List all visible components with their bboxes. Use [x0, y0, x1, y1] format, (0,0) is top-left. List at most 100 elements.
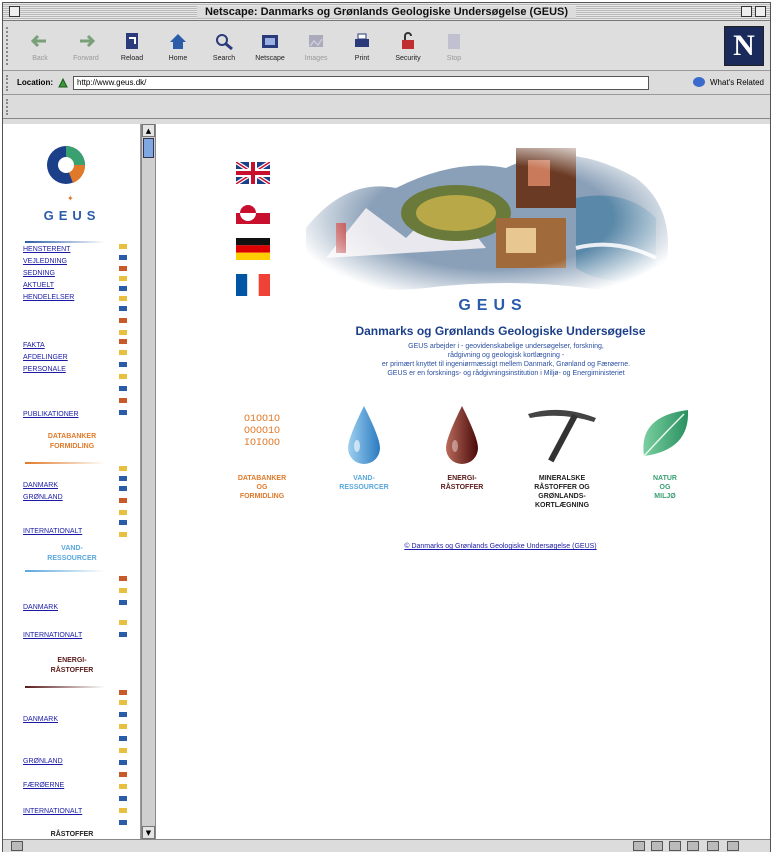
status-bar — [3, 839, 770, 852]
nav-bullet-icon — [119, 286, 127, 291]
reload-button[interactable]: Reload — [109, 30, 155, 62]
scroll-down-arrow-icon[interactable]: ▼ — [142, 826, 155, 839]
security-status-icon[interactable] — [11, 841, 23, 851]
nav-link-publikationer[interactable]: PUBLIKATIONER — [23, 411, 79, 418]
nav-bullet-icon — [119, 532, 127, 537]
nav-link-personale[interactable]: PERSONALE — [23, 366, 66, 373]
toolbar-button-label: Security — [395, 54, 421, 62]
nav-bullet-icon — [119, 398, 127, 403]
nav-bullet-icon — [119, 796, 127, 801]
personal-toolbar-grip[interactable] — [6, 99, 12, 115]
nav-heading-databanker[interactable]: DATABANKER FORMIDLING — [3, 432, 140, 452]
nav-link-internationalt[interactable]: INTERNATIONALT — [23, 528, 82, 535]
nav-bullet-icon — [119, 306, 127, 311]
nav-bullet-icon — [119, 700, 127, 705]
security-button[interactable]: Security — [385, 30, 431, 62]
scroll-up-arrow-icon[interactable]: ▲ — [142, 124, 155, 137]
energiraastoffer-category-label[interactable]: ENERGI- RÅSTOFFER — [412, 474, 512, 492]
nav-link-danmark[interactable]: DANMARK — [23, 604, 58, 611]
oil-drop-icon[interactable] — [442, 404, 482, 466]
window-title: Netscape: Danmarks og Grønlands Geologis… — [196, 5, 577, 18]
location-grip[interactable] — [6, 75, 12, 91]
location-input[interactable] — [73, 75, 649, 90]
crown-icon: ✦ — [67, 194, 74, 203]
component-bar-navigator-icon[interactable] — [633, 841, 645, 851]
copyright-link[interactable]: © Danmarks og Grønlands Geologiske Under… — [156, 543, 770, 550]
nav-link-hensterent[interactable]: HENSTERENT — [23, 246, 70, 253]
nav-bullet-icon — [119, 576, 127, 581]
nav-link-danmark[interactable]: DANMARK — [23, 716, 58, 723]
water-drop-icon[interactable] — [344, 404, 384, 466]
toolbar-button-label: Back — [32, 54, 48, 62]
title-bar[interactable]: Netscape: Danmarks og Grønlands Geologis… — [3, 3, 770, 21]
toolbar-button-label: Reload — [120, 54, 144, 62]
images-button[interactable]: Images — [293, 30, 339, 62]
print-button[interactable]: Print — [339, 30, 385, 62]
greenland-flag-icon[interactable] — [236, 202, 270, 224]
nav-link-fakta[interactable]: FAKTA — [23, 342, 45, 349]
nav-link-aktuelt[interactable]: AKTUELT — [23, 282, 54, 289]
uk-flag-icon[interactable] — [236, 162, 270, 184]
france-flag-icon[interactable] — [236, 274, 270, 296]
leaf-icon[interactable] — [638, 406, 692, 462]
nav-link-hendelelser[interactable]: HENDELELSER — [23, 294, 74, 301]
nav-link-internationalt[interactable]: INTERNATIONALT — [23, 808, 82, 815]
nav-divider — [25, 686, 105, 688]
vertical-scrollbar[interactable]: ▲ ▼ — [141, 124, 156, 839]
component-bar-news-icon[interactable] — [669, 841, 681, 851]
whats-related-label: What's Related — [710, 77, 764, 87]
toolbar-button-label: Images — [304, 54, 328, 62]
vandressourcer-category-label[interactable]: VAND- RESSOURCER — [314, 474, 414, 492]
geology-photo-collage — [306, 138, 676, 296]
page-content: ✦ GEUS HENSTERENT VEJLEDNING SEDNING AKTUEL… — [3, 124, 770, 839]
natur-miljoe-category-label[interactable]: NATUR OG MILJØ — [615, 474, 715, 501]
back-button[interactable]: Back — [17, 30, 63, 62]
toolbar-grip[interactable] — [6, 27, 12, 65]
toolbar-button-label: Forward — [73, 54, 99, 62]
personal-toolbar — [3, 95, 770, 119]
netscape-logo[interactable]: N — [724, 26, 764, 66]
nav-bullet-icon — [119, 386, 127, 391]
nav-bullet-icon — [119, 276, 127, 281]
mineralske-category-label[interactable]: MINERALSKE RÅSTOFFER OG GRØNLANDS- KORTLÆGN… — [512, 474, 612, 510]
nav-link-sedning[interactable]: SEDNING — [23, 270, 55, 277]
nav-bullet-icon — [119, 318, 127, 323]
netscape-button[interactable]: Netscape — [247, 30, 293, 62]
nav-heading-vandressourcer[interactable]: VAND- RESSOURCER — [3, 544, 140, 564]
nav-link-grønland[interactable]: GRØNLAND — [23, 494, 63, 501]
component-bar-mail-icon[interactable] — [651, 841, 663, 851]
toolbar-button-label: Search — [212, 54, 236, 62]
zoom-box-icon[interactable] — [741, 6, 752, 17]
scroll-thumb[interactable] — [143, 138, 154, 158]
nav-link-vejledning[interactable]: VEJLEDNING — [23, 258, 67, 265]
organization-name: Danmarks og Grønlands Geologiske Undersø… — [355, 324, 646, 338]
nav-bullet-icon — [119, 466, 127, 471]
nav-bullet-icon — [119, 339, 127, 344]
home-button[interactable]: Home — [155, 30, 201, 62]
geus-logo-icon[interactable] — [45, 144, 87, 186]
images-icon — [304, 30, 328, 52]
nav-heading-raastoffer[interactable]: RÅSTOFFER — [3, 830, 140, 839]
collapse-box-icon[interactable] — [755, 6, 766, 17]
nav-link-afdelinger[interactable]: AFDELINGER — [23, 354, 68, 361]
bookmark-icon[interactable] — [57, 77, 69, 89]
nav-link-internationalt[interactable]: INTERNATIONALT — [23, 632, 82, 639]
search-button[interactable]: Search — [201, 30, 247, 62]
databanker-category-label[interactable]: DATABANKER OG FORMIDLING — [212, 474, 312, 501]
databanker-category-button[interactable]: O1OO1O OOOO1O IOIOOO — [212, 414, 312, 450]
online-status-icon[interactable] — [727, 841, 739, 851]
pickaxe-icon[interactable] — [524, 404, 600, 466]
forward-button[interactable]: Forward — [63, 30, 109, 62]
nav-bullet-icon — [119, 724, 127, 729]
nav-heading-energiraastoffer[interactable]: ENERGI- RÅSTOFFER — [3, 656, 140, 676]
nav-link-færøerne[interactable]: FÆRØERNE — [23, 782, 64, 789]
close-box-icon[interactable] — [9, 6, 20, 17]
nav-link-grønland[interactable]: GRØNLAND — [23, 758, 63, 765]
stop-button[interactable]: Stop — [431, 30, 477, 62]
component-bar-address-icon[interactable] — [707, 841, 719, 851]
component-bar-composer-icon[interactable] — [687, 841, 699, 851]
nav-divider — [25, 241, 105, 243]
nav-link-danmark[interactable]: DANMARK — [23, 482, 58, 489]
germany-flag-icon[interactable] — [236, 238, 270, 260]
whats-related-button[interactable]: What's Related — [692, 76, 764, 88]
